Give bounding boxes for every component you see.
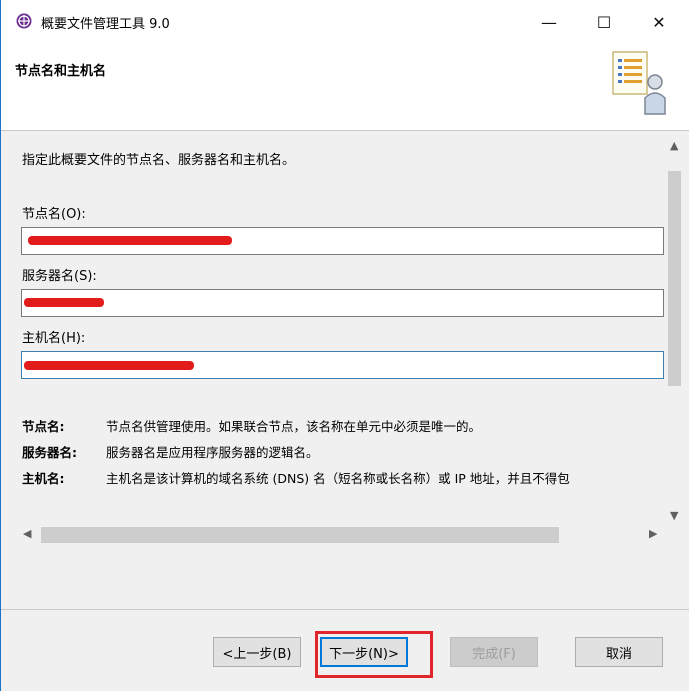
- window-title: 概要文件管理工具 9.0: [41, 17, 170, 32]
- vertical-scroll-thumb[interactable]: [668, 171, 681, 386]
- wizard-header: 节点名和主机名: [1, 44, 689, 130]
- help-key: 节点名:: [22, 419, 65, 434]
- maximize-button[interactable]: ☐: [581, 0, 627, 44]
- content-panel: 指定此概要文件的节点名、服务器名和主机名。 节点名(O): 服务器名(S): 主…: [1, 131, 689, 609]
- help-text: 服务器名是应用程序服务器的逻辑名。: [106, 445, 319, 460]
- scroll-right-icon[interactable]: ▶: [649, 527, 657, 540]
- redaction-mark: [28, 236, 232, 245]
- profile-user-icon: [612, 51, 666, 115]
- cancel-button[interactable]: 取消: [575, 637, 663, 667]
- profile-management-window: 概要文件管理工具 9.0 — ☐ ✕ 节点名和主机名 指定此概要文件的节点名、服…: [0, 0, 689, 691]
- next-button-highlight: [315, 631, 433, 678]
- help-key: 主机名:: [22, 471, 65, 486]
- page-description: 指定此概要文件的节点名、服务器名和主机名。: [22, 153, 296, 168]
- title-bar: 概要文件管理工具 9.0 — ☐ ✕: [1, 0, 689, 44]
- node-name-label: 节点名(O):: [22, 207, 86, 222]
- help-text: 主机名是该计算机的域名系统 (DNS) 名（短名称或长名称）或 IP 地址，并且…: [106, 471, 570, 486]
- scroll-left-icon[interactable]: ◀: [23, 527, 31, 540]
- finish-button: 完成(F): [450, 637, 538, 667]
- help-key: 服务器名:: [22, 445, 77, 460]
- redaction-mark: [24, 298, 104, 307]
- scroll-down-icon[interactable]: ▼: [670, 509, 678, 522]
- redaction-mark: [24, 361, 194, 370]
- app-globe-icon: [16, 13, 32, 29]
- back-button[interactable]: <上一步(B): [213, 637, 301, 667]
- node-name-input[interactable]: [21, 227, 664, 255]
- host-name-input[interactable]: [21, 351, 664, 379]
- scroll-up-icon[interactable]: ▲: [670, 139, 678, 152]
- close-button[interactable]: ✕: [636, 0, 682, 44]
- page-title: 节点名和主机名: [15, 64, 107, 79]
- server-name-input[interactable]: [21, 289, 664, 317]
- help-text: 节点名供管理使用。如果联合节点，该名称在单元中必须是唯一的。: [106, 419, 482, 434]
- server-name-label: 服务器名(S):: [22, 269, 97, 284]
- horizontal-scroll-thumb[interactable]: [41, 527, 559, 543]
- minimize-button[interactable]: —: [526, 0, 572, 44]
- host-name-label: 主机名(H):: [22, 331, 86, 346]
